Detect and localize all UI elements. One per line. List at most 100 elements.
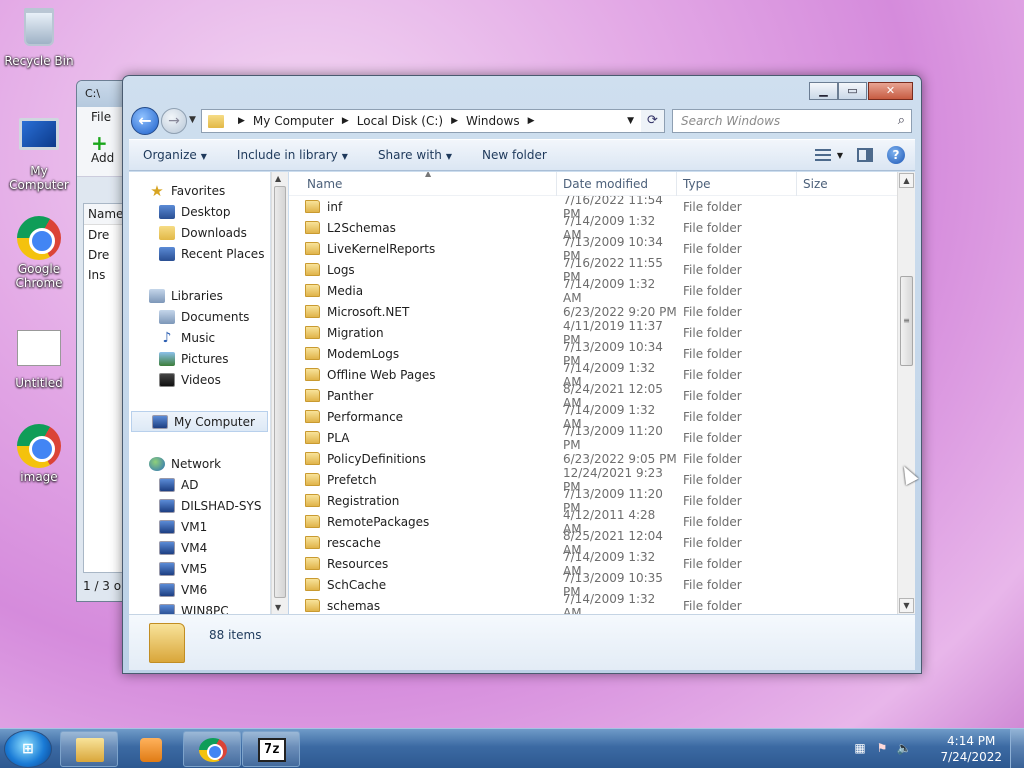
clock[interactable]: 4:14 PM 7/24/2022 xyxy=(940,733,1002,765)
address-bar[interactable]: ▶ My Computer ▶ Local Disk (C:) ▶ Window… xyxy=(201,109,665,133)
file-name-cell: PLA xyxy=(289,431,557,445)
help-icon[interactable]: ? xyxy=(887,146,905,164)
volume-icon[interactable]: 🔈 xyxy=(896,741,912,757)
file-type: File folder xyxy=(683,577,742,592)
table-row[interactable]: schemas 7/14/2009 1:32 AM File folder xyxy=(289,591,897,615)
computer-icon xyxy=(159,477,175,492)
folder-icon xyxy=(305,431,320,444)
nav-network-vm1[interactable]: VM1 xyxy=(129,516,270,537)
nav-music[interactable]: ♪ Music xyxy=(129,327,270,348)
nav-network-vm6[interactable]: VM6 xyxy=(129,579,270,600)
desktop-icon-my-computer[interactable]: My Computer xyxy=(0,114,78,192)
file-name: Offline Web Pages xyxy=(327,367,436,382)
search-icon[interactable]: ⌕ xyxy=(898,113,905,128)
recent-pages-dropdown[interactable]: ▼ xyxy=(189,115,196,125)
explorer-window[interactable]: ▁ ▭ ✕ ← → ▼ ▶ My Computer ▶ Local Disk (… xyxy=(122,75,922,674)
file-type: File folder xyxy=(683,346,742,361)
table-row[interactable]: Media 7/14/2009 1:32 AM File folder xyxy=(289,277,897,305)
file-name: PolicyDefinitions xyxy=(327,451,426,466)
nav-network-vm4[interactable]: VM4 xyxy=(129,537,270,558)
nav-libraries[interactable]: Libraries xyxy=(129,285,270,306)
network-tray-icon[interactable]: ▦ xyxy=(852,741,868,757)
address-dropdown-icon[interactable]: ▼ xyxy=(627,116,634,126)
nav-network-vm5[interactable]: VM5 xyxy=(129,558,270,579)
start-button[interactable]: ⊞ xyxy=(4,730,52,768)
share-with-button[interactable]: Share with ▼ xyxy=(378,148,452,162)
breadcrumb-windows[interactable]: Windows xyxy=(466,114,520,128)
forward-button[interactable]: → xyxy=(161,108,187,134)
minimize-button[interactable]: ▁ xyxy=(809,82,838,100)
scroll-down-icon[interactable]: ▼ xyxy=(899,598,914,613)
file-name-cell: schemas xyxy=(289,599,557,613)
folder-icon xyxy=(305,221,320,234)
chevron-right-icon[interactable]: ▶ xyxy=(528,116,535,126)
taskbar-explorer-button[interactable] xyxy=(60,731,118,767)
file-name-cell: Panther xyxy=(289,389,557,403)
action-center-icon[interactable]: ⚑ xyxy=(874,741,890,757)
file-type: File folder xyxy=(683,304,742,319)
include-in-library-button[interactable]: Include in library ▼ xyxy=(237,148,348,162)
nav-videos[interactable]: Videos xyxy=(129,369,270,390)
desktop-icon-google-chrome[interactable]: Google Chrome xyxy=(0,216,78,290)
nav-downloads[interactable]: Downloads xyxy=(129,222,270,243)
new-folder-button[interactable]: New folder xyxy=(482,148,547,162)
file-name: rescache xyxy=(327,535,381,550)
nav-network-win8pc[interactable]: WIN8PC xyxy=(129,600,270,614)
change-view-icon[interactable] xyxy=(814,149,831,161)
taskbar-media-player-button[interactable] xyxy=(121,731,179,767)
nav-my-computer[interactable]: My Computer xyxy=(131,411,268,432)
file-date: 7/14/2009 1:32 AM xyxy=(563,591,656,615)
nav-recent-places[interactable]: Recent Places xyxy=(129,243,270,264)
preview-pane-icon[interactable] xyxy=(857,148,873,162)
scroll-up-icon[interactable]: ▲ xyxy=(899,173,914,188)
file-name: Registration xyxy=(327,493,400,508)
table-row[interactable]: PLA 7/13/2009 11:20 PM File folder xyxy=(289,424,897,452)
taskbar-chrome-button[interactable] xyxy=(183,731,241,767)
show-desktop-button[interactable] xyxy=(1010,729,1024,768)
chevron-right-icon[interactable]: ▶ xyxy=(342,116,349,126)
nav-documents[interactable]: Documents xyxy=(129,306,270,327)
taskbar-7zip-button[interactable]: 7z xyxy=(242,731,300,767)
nav-pane-scrollbar[interactable]: ▲ ▼ xyxy=(271,172,288,614)
column-type[interactable]: Type xyxy=(677,172,797,196)
file-name-cell: Offline Web Pages xyxy=(289,368,557,382)
file-name: LiveKernelReports xyxy=(327,241,436,256)
maximize-button[interactable]: ▭ xyxy=(838,82,867,100)
search-input[interactable]: Search Windows ⌕ xyxy=(672,109,912,133)
command-bar: Organize ▼ Include in library ▼ Share with… xyxy=(129,139,915,171)
file-name: Migration xyxy=(327,325,384,340)
file-name: Logs xyxy=(327,262,355,277)
nav-favorites[interactable]: ★ Favorites xyxy=(129,180,270,201)
desktop-icon-image[interactable]: image xyxy=(0,424,78,484)
back-button[interactable]: ← xyxy=(131,107,159,135)
desktop-icon-recycle-bin[interactable]: Recycle Bin xyxy=(0,8,78,68)
chevron-right-icon[interactable]: ▶ xyxy=(451,116,458,126)
navigation-pane[interactable]: ★ Favorites Desktop Downloads Recent Plac… xyxy=(129,172,271,614)
column-date-modified[interactable]: Date modified xyxy=(557,172,677,196)
nav-network[interactable]: Network xyxy=(129,453,270,474)
scrollbar-thumb[interactable] xyxy=(274,186,286,598)
file-list[interactable]: ▲ Name Date modified Type Size inf 7/16/2… xyxy=(289,172,897,614)
breadcrumb-my-computer[interactable]: My Computer xyxy=(253,114,334,128)
document-icon xyxy=(17,330,61,374)
view-dropdown-icon[interactable]: ▼ xyxy=(837,151,843,160)
scrollbar-thumb[interactable]: ≡ xyxy=(900,276,913,366)
desktop-icon-untitled[interactable]: Untitled xyxy=(0,326,78,390)
refresh-button[interactable]: ⟳ xyxy=(641,109,665,133)
media-player-icon xyxy=(140,738,162,762)
column-name[interactable]: Name xyxy=(289,172,557,196)
file-name: Performance xyxy=(327,409,404,424)
scroll-down-icon[interactable]: ▼ xyxy=(275,603,281,612)
videos-icon xyxy=(159,372,175,387)
chevron-right-icon[interactable]: ▶ xyxy=(238,116,245,126)
nav-network-dilshad-sys[interactable]: DILSHAD-SYS xyxy=(129,495,270,516)
nav-pictures[interactable]: Pictures xyxy=(129,348,270,369)
nav-desktop[interactable]: Desktop xyxy=(129,201,270,222)
scroll-up-icon[interactable]: ▲ xyxy=(275,174,281,183)
file-list-scrollbar[interactable]: ▲ ≡ ▼ xyxy=(897,172,915,614)
breadcrumb-local-disk[interactable]: Local Disk (C:) xyxy=(357,114,443,128)
close-button[interactable]: ✕ xyxy=(868,82,913,100)
column-size[interactable]: Size xyxy=(797,172,877,196)
organize-button[interactable]: Organize ▼ xyxy=(143,148,207,162)
nav-network-ad[interactable]: AD xyxy=(129,474,270,495)
